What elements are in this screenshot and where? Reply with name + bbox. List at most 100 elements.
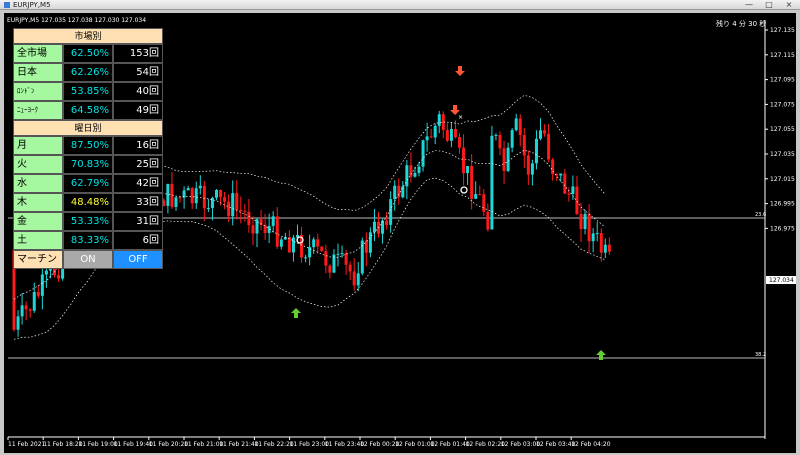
candle-body	[24, 305, 28, 310]
candle-body	[287, 237, 291, 253]
candle-body	[336, 253, 340, 255]
candle-body	[603, 244, 607, 253]
candle-body	[251, 225, 255, 234]
weekday-count: 31回	[113, 212, 163, 231]
price-tick-label: 127.055	[770, 126, 795, 133]
weekday-rate: 83.33%	[63, 231, 113, 250]
market-name: 日本	[13, 63, 63, 82]
candle-body	[356, 273, 360, 286]
candle-body	[583, 213, 587, 229]
candle-body	[571, 186, 575, 194]
time-tick-label: 12 Feb 02:20	[466, 441, 506, 448]
market-rate: 62.50%	[63, 44, 113, 63]
level-line-upper-label: 23.6	[755, 212, 766, 218]
candle-body	[223, 197, 227, 202]
market-rate: 53.85%	[63, 82, 113, 101]
stats-row: 土 83.33% 6回	[13, 231, 163, 250]
arrow-up-icon	[291, 308, 301, 318]
candle-body	[482, 194, 486, 212]
market-rate: 62.26%	[63, 63, 113, 82]
stats-panel: 市場別 全市場 62.50% 153回 日本 62.26% 54回 ﾛﾝﾄﾞﾝ …	[13, 28, 163, 269]
martingale-row: マーチン ON OFF	[13, 250, 163, 269]
time-tick-label: 11 Feb 20:20	[149, 441, 189, 448]
price-tick-label: 126.975	[770, 225, 795, 232]
market-name: 全市場	[13, 44, 63, 63]
candle-body	[243, 210, 247, 212]
candle-body	[227, 201, 231, 217]
candle-body	[563, 173, 567, 194]
candle-body	[486, 211, 490, 230]
arrow-down-icon	[455, 66, 465, 76]
candle-body	[409, 165, 413, 177]
time-tick-label: 11 Feb 18:20	[43, 441, 83, 448]
candle-body	[364, 240, 368, 253]
candle-body	[575, 186, 579, 215]
candle-body	[255, 219, 259, 234]
candle-body	[559, 173, 563, 176]
candle-body	[328, 265, 332, 273]
candle-body	[275, 216, 279, 247]
candle-body	[372, 221, 376, 233]
candle-body	[186, 188, 190, 191]
candle-body	[506, 147, 510, 171]
martingale-label: マーチン	[13, 250, 63, 269]
candle-body	[190, 188, 194, 204]
candle-body	[413, 172, 417, 177]
candle-body	[344, 253, 348, 265]
market-count: 54回	[113, 63, 163, 82]
candle-body	[587, 213, 591, 242]
symbol-quote-line: EURJPY,M5 127.035 127.038 127.030 127.03…	[7, 17, 147, 24]
candle-body	[385, 220, 389, 225]
weekday-count: 16回	[113, 136, 163, 155]
candle-body	[539, 130, 542, 139]
stats-row: 火 70.83% 25回	[13, 155, 163, 174]
candle-body	[312, 239, 316, 248]
candle-body	[239, 209, 243, 211]
candle-body	[304, 257, 308, 259]
candle-body	[543, 130, 547, 134]
martingale-on-button[interactable]: ON	[63, 250, 113, 269]
weekday-rate: 53.33%	[63, 212, 113, 231]
candle-body	[490, 135, 494, 230]
stats-row: 全市場 62.50% 153回	[13, 44, 163, 63]
candle-body	[263, 224, 267, 233]
current-price-label: 127.034	[769, 277, 794, 284]
candle-body	[522, 135, 526, 156]
candle-body	[166, 183, 170, 206]
candle-body	[28, 309, 32, 311]
time-tick-label: 12 Feb 01:40	[430, 441, 470, 448]
candle-body	[206, 208, 210, 210]
candle-body	[547, 133, 551, 160]
martingale-off-button[interactable]: OFF	[113, 250, 163, 269]
time-tick-label: 11 Feb 21:00	[184, 441, 224, 448]
weekday-name: 月	[13, 136, 63, 155]
stats-row: 水 62.79% 42回	[13, 174, 163, 193]
candle-body	[474, 194, 478, 199]
price-tick-label: 126.995	[770, 201, 795, 208]
market-rate: 64.58%	[63, 101, 113, 120]
market-header: 市場別	[13, 28, 163, 44]
candle-body	[579, 214, 583, 229]
candle-body	[421, 140, 425, 167]
candle-body	[219, 189, 223, 198]
candle-body	[526, 155, 530, 175]
price-tick-label: 127.135	[770, 27, 795, 34]
candle-body	[502, 148, 506, 171]
weekday-rate: 62.79%	[63, 174, 113, 193]
time-tick-label: 12 Feb 00:20	[360, 441, 400, 448]
candle-body	[271, 216, 275, 226]
candle-body	[316, 239, 320, 247]
weekday-count: 33回	[113, 193, 163, 212]
weekday-name: 土	[13, 231, 63, 250]
time-tick-label: 12 Feb 01:00	[395, 441, 435, 448]
candle-body	[291, 237, 295, 253]
time-tick-label: 11 Feb 22:20	[254, 441, 294, 448]
candle-body	[397, 185, 401, 198]
candle-countdown: 残り 4 分 30 秒	[716, 20, 767, 28]
candle-body	[530, 163, 534, 175]
weekday-name: 金	[13, 212, 63, 231]
candle-body	[340, 253, 344, 255]
time-tick-label: 12 Feb 03:00	[501, 441, 541, 448]
price-tick-label: 127.075	[770, 101, 795, 108]
candle-body	[389, 199, 393, 225]
